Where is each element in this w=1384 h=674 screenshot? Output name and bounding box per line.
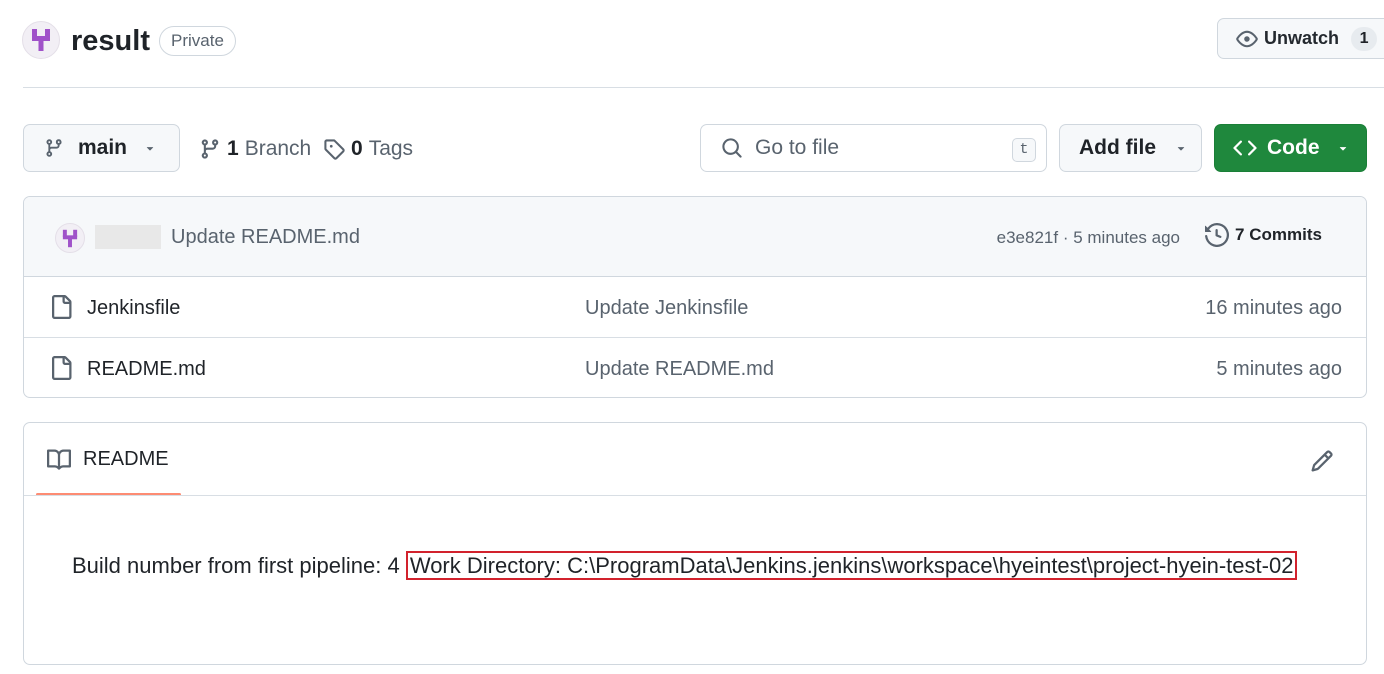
pipeline-logo-icon: [32, 29, 50, 51]
add-file-button[interactable]: Add file: [1059, 124, 1202, 172]
readme-text: Build number from first pipeline: 4: [72, 553, 406, 578]
table-row[interactable]: Jenkinsfile Update Jenkinsfile 16 minute…: [24, 277, 1366, 338]
repo-header: result Private Unwatch 1: [0, 0, 1384, 88]
go-to-file-input[interactable]: [755, 136, 995, 160]
meta-separator: ·: [1062, 228, 1074, 247]
branches-count: 1: [227, 137, 239, 160]
file-icon: [52, 356, 72, 380]
code-button[interactable]: Code: [1214, 124, 1367, 172]
repo-name[interactable]: result: [71, 22, 150, 60]
tag-icon: [324, 139, 345, 160]
add-file-label: Add file: [1079, 136, 1156, 159]
commit-time: 5 minutes ago: [1073, 228, 1180, 247]
redacted-author-name: [95, 225, 161, 249]
table-row[interactable]: README.md Update README.md 5 minutes ago: [24, 338, 1366, 397]
file-table: Update README.md e3e821f · 5 minutes ago…: [23, 196, 1367, 398]
chevron-down-icon: [146, 147, 154, 151]
commits-count-label: 7 Commits: [1235, 225, 1322, 245]
tab-readme[interactable]: README: [36, 423, 181, 496]
latest-commit-message[interactable]: Update README.md: [171, 225, 360, 249]
search-icon: [722, 138, 742, 158]
tags-link[interactable]: 0 Tags: [323, 134, 413, 164]
chevron-down-icon: [1339, 147, 1346, 151]
header-divider: [23, 87, 1384, 88]
chevron-down-icon: [1177, 147, 1185, 151]
repo-avatar[interactable]: [22, 21, 60, 59]
highlighted-work-directory: Work Directory: C:\ProgramData\Jenkins.j…: [405, 551, 1298, 580]
branch-selector[interactable]: main: [23, 124, 180, 172]
history-icon: [1205, 223, 1229, 247]
watch-count: 1: [1351, 26, 1378, 51]
pipeline-logo-icon: [62, 229, 78, 247]
unwatch-label: Unwatch: [1264, 28, 1340, 48]
commits-history-link[interactable]: 7 Commits: [1205, 223, 1322, 247]
pencil-icon: [1311, 450, 1333, 472]
git-branch-icon: [46, 139, 62, 157]
tags-count: 0: [351, 137, 363, 160]
code-icon: [1233, 140, 1257, 156]
unwatch-button[interactable]: Unwatch 1: [1217, 18, 1384, 59]
git-branch-icon: [201, 139, 219, 159]
readme-panel: README Build number from first pipeline:…: [23, 422, 1367, 665]
latest-commit-meta: e3e821f · 5 minutes ago: [997, 227, 1180, 249]
latest-commit-bar: Update README.md e3e821f · 5 minutes ago…: [24, 197, 1366, 277]
file-icon: [52, 295, 72, 319]
commits-count: 7: [1235, 225, 1245, 244]
file-commit-link[interactable]: Update README.md: [585, 357, 774, 381]
branches-link[interactable]: 1 Branch: [199, 134, 311, 164]
readme-content: Build number from first pipeline: 4 Work…: [72, 547, 1312, 585]
file-commit-link[interactable]: Update Jenkinsfile: [585, 296, 748, 320]
readme-tab-label: README: [83, 448, 169, 470]
file-name-link[interactable]: README.md: [87, 357, 206, 381]
file-name-link[interactable]: Jenkinsfile: [87, 296, 180, 320]
readme-divider: [24, 495, 1366, 496]
commit-author-avatar[interactable]: [55, 223, 85, 253]
file-age: 16 minutes ago: [1205, 297, 1342, 319]
file-age: 5 minutes ago: [1216, 358, 1342, 380]
go-to-file-search[interactable]: t: [700, 124, 1047, 172]
branches-label: Branch: [244, 137, 312, 160]
eye-icon: [1236, 30, 1258, 47]
branch-name: main: [78, 136, 128, 159]
shortcut-hint: t: [1012, 138, 1036, 162]
code-label: Code: [1267, 136, 1320, 159]
tags-label: Tags: [368, 137, 414, 160]
visibility-badge: Private: [159, 26, 236, 56]
book-icon: [47, 448, 71, 470]
commits-label: Commits: [1249, 225, 1322, 244]
commit-hash[interactable]: e3e821f: [997, 228, 1058, 247]
edit-readme-button[interactable]: [1308, 447, 1336, 475]
